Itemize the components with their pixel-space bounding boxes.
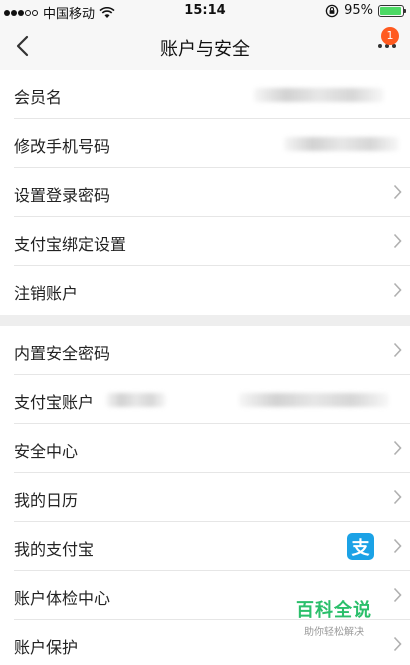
page-title: 账户与安全: [160, 39, 250, 60]
orientation-lock-icon: [325, 4, 339, 17]
row-label: 注销账户: [14, 284, 79, 303]
redacted-value: [284, 137, 399, 151]
status-right: 95%: [325, 3, 406, 18]
row-label: 我的日历: [14, 491, 79, 510]
row-label: 支付宝绑定设置: [14, 235, 127, 254]
row-login-password[interactable]: 设置登录密码: [14, 168, 410, 217]
row-alipay-account[interactable]: 支付宝账户: [14, 375, 410, 424]
notification-badge: 1: [381, 27, 399, 45]
row-label: 安全中心: [14, 442, 79, 461]
chevron-right-icon: [393, 233, 402, 249]
row-label: 支付宝账户: [14, 393, 95, 412]
row-my-calendar[interactable]: 我的日历: [14, 473, 410, 522]
row-my-alipay[interactable]: 我的支付宝 支: [14, 522, 410, 571]
chevron-right-icon: [393, 342, 402, 358]
status-bar: 中国移动 15:14 95%: [0, 0, 410, 22]
section-divider: [0, 315, 410, 326]
watermark-title: 百科全说: [296, 600, 372, 621]
chevron-right-icon: [393, 184, 402, 200]
redacted-value: [239, 393, 389, 407]
row-label: 账户保护: [14, 638, 79, 657]
chevron-right-icon: [393, 440, 402, 456]
row-builtin-password[interactable]: 内置安全密码: [14, 326, 410, 375]
row-change-phone[interactable]: 修改手机号码: [14, 119, 410, 168]
watermark-subtitle: 助你轻松解决: [304, 627, 364, 638]
chevron-right-icon: [393, 489, 402, 505]
chevron-right-icon: [393, 538, 402, 554]
row-security-center[interactable]: 安全中心: [14, 424, 410, 473]
battery-icon: [378, 4, 406, 17]
row-label: 设置登录密码: [14, 186, 111, 205]
row-cancel-account[interactable]: 注销账户: [14, 266, 410, 315]
row-label: 账户体检中心: [14, 589, 111, 608]
redacted-value: [106, 393, 166, 407]
chevron-right-icon: [393, 636, 402, 652]
nav-bar: 账户与安全 1: [0, 22, 410, 70]
watermark-logo: 百科全说 助你轻松解决: [296, 596, 372, 638]
row-member-name[interactable]: 会员名: [14, 70, 410, 119]
battery-fill: [380, 6, 401, 15]
row-alipay-binding[interactable]: 支付宝绑定设置: [14, 217, 410, 266]
more-button[interactable]: 1: [372, 27, 402, 60]
chevron-right-icon: [393, 282, 402, 298]
row-label: 修改手机号码: [14, 137, 111, 156]
row-label: 内置安全密码: [14, 344, 111, 363]
row-label: 会员名: [14, 88, 63, 107]
row-label: 我的支付宝: [14, 540, 95, 559]
alipay-icon: 支: [347, 533, 374, 560]
redacted-value: [254, 88, 384, 102]
chevron-right-icon: [393, 587, 402, 603]
settings-list-account: 会员名 修改手机号码 设置登录密码 支付宝绑定设置 注销账户: [0, 70, 410, 315]
battery-percent: 95%: [344, 3, 373, 18]
